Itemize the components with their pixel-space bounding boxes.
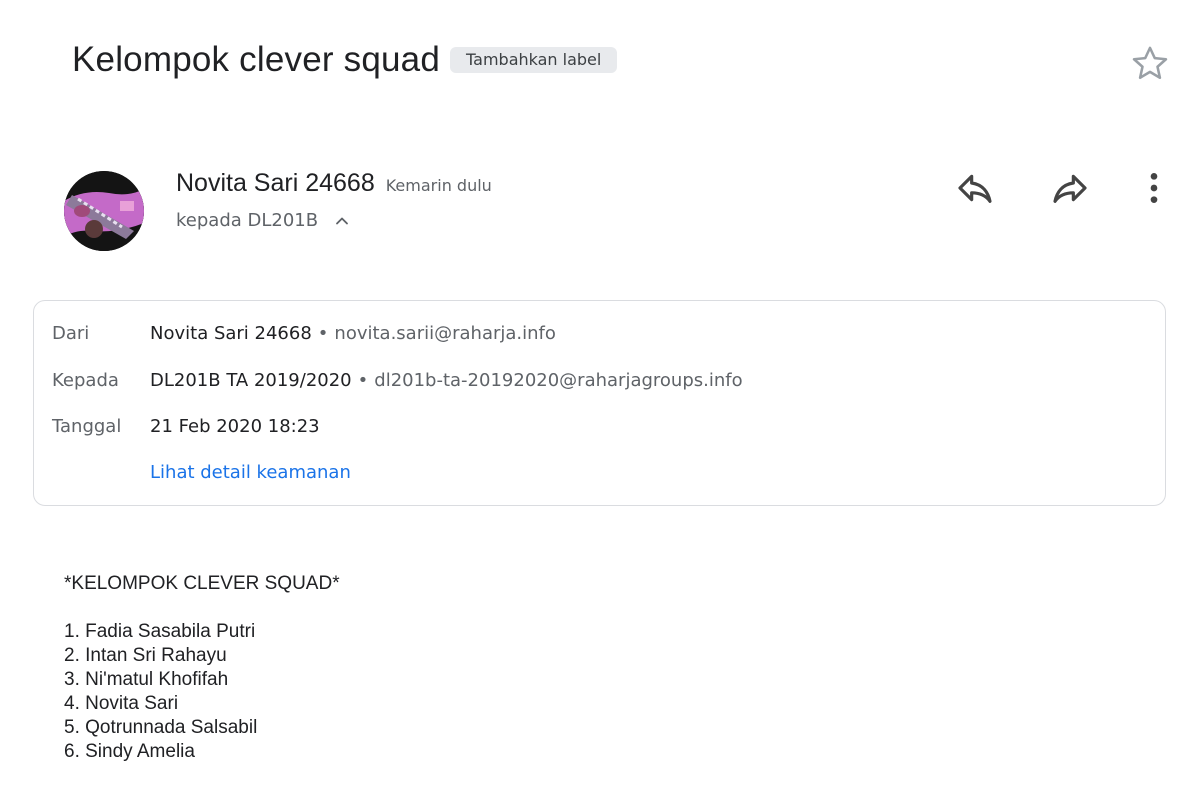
separator: • [317,323,329,344]
subject-row: Kelompok clever squad Tambahkan label [72,40,618,80]
list-item: 3. Ni'matul Khofifah [64,669,229,690]
forward-icon[interactable] [1048,166,1092,210]
recipient-summary[interactable]: kepada DL201B [176,210,352,231]
message-details-panel: Dari Novita Sari 24668 • novita.sarii@ra… [33,300,1166,506]
details-to-row: Kepada DL201B TA 2019/2020 • dl201b-ta-2… [52,370,743,391]
member-list: 1. Fadia Sasabila Putri 2. Intan Sri Rah… [64,620,340,764]
body-title: *KELOMPOK CLEVER SQUAD* [64,573,340,594]
email-subject: Kelompok clever squad [72,40,441,79]
date-label: Tanggal [52,416,122,437]
sender-avatar[interactable] [64,171,144,251]
details-from-row: Dari Novita Sari 24668 • novita.sarii@ra… [52,323,556,344]
add-label-chip[interactable]: Tambahkan label [450,47,618,73]
list-item: 4. Novita Sari [64,693,179,714]
more-vert-icon[interactable] [1132,166,1176,210]
list-item: 6. Sindy Amelia [64,741,195,762]
reply-icon[interactable] [953,166,997,210]
from-email[interactable]: novita.sarii@raharja.info [334,323,555,344]
message-body: *KELOMPOK CLEVER SQUAD* 1. Fadia Sasabil… [64,572,340,764]
from-label: Dari [52,323,90,344]
sent-time: Kemarin dulu [385,176,492,195]
separator: • [357,370,369,391]
date-value: 21 Feb 2020 18:23 [150,416,320,437]
sender-name[interactable]: Novita Sari 24668 [176,169,375,198]
details-date-row: Tanggal 21 Feb 2020 18:23 [52,416,320,437]
to-email[interactable]: dl201b-ta-20192020@raharjagroups.info [374,370,742,391]
list-item: 5. Qotrunnada Salsabil [64,717,258,738]
details-security-row: Lihat detail keamanan [52,462,351,483]
star-icon[interactable] [1128,42,1172,86]
list-item: 2. Intan Sri Rahayu [64,645,227,666]
security-details-link[interactable]: Lihat detail keamanan [150,462,351,483]
recipient-summary-text: kepada DL201B [176,210,319,231]
list-item: 1. Fadia Sasabila Putri [64,621,256,642]
chevron-up-icon[interactable] [332,211,352,231]
to-name: DL201B TA 2019/2020 [150,370,352,391]
from-name: Novita Sari 24668 [150,323,312,344]
sender-row: Novita Sari 24668 Kemarin dulu [176,169,492,198]
to-label: Kepada [52,370,119,391]
